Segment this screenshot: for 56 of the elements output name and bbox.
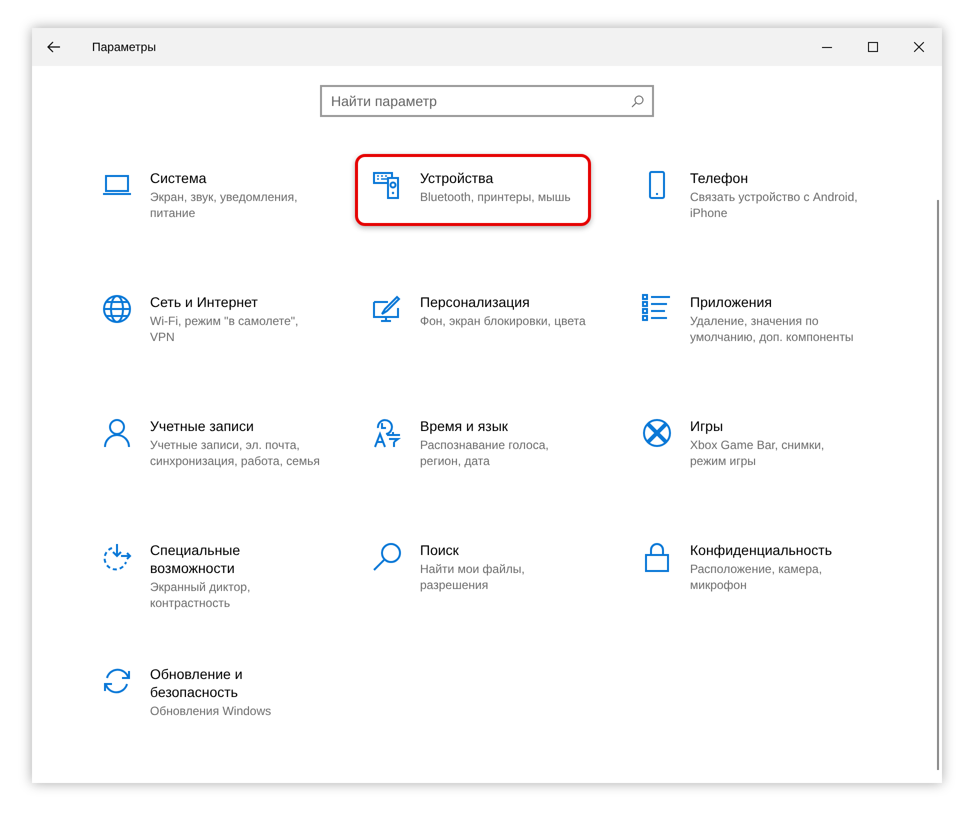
magnifier-icon: [372, 542, 402, 572]
window-title: Параметры: [92, 39, 156, 56]
category-title: Обновление и безопасность: [150, 665, 244, 701]
category-description: Найти мои файлы, разрешения: [420, 561, 525, 593]
close-icon: [914, 42, 924, 52]
search-field[interactable]: Найти параметр: [320, 85, 654, 117]
settings-category[interactable]: Система Экран, звук, уведомления, питание: [100, 169, 336, 221]
settings-category[interactable]: Игры Xbox Game Bar, снимки, режим игры: [640, 417, 876, 469]
category-title: Время и язык: [420, 417, 509, 435]
category-description: Xbox Game Bar, снимки, режим игры: [690, 437, 824, 469]
settings-category[interactable]: Обновление и безопасность Обновления Windows: [100, 665, 336, 719]
category-description: Wi-Fi, режим "в самолете", VPN: [150, 313, 298, 345]
keyboard-speaker-icon: [372, 170, 402, 200]
settings-category[interactable]: Персонализация Фон, экран блокировки, цвета: [370, 293, 606, 329]
accessibility-icon: [102, 542, 132, 572]
settings-category[interactable]: Приложения Удаление, значения по умолчанию, доп. компоненты: [640, 293, 876, 345]
category-title: Сеть и Интернет: [150, 293, 259, 311]
paintbrush-monitor-icon: [372, 294, 402, 324]
settings-category[interactable]: Телефон Связать устройство с Android, iPhone: [640, 169, 876, 221]
category-description: Экранный диктор, контрастность: [150, 579, 250, 611]
category-description: Обновления Windows: [150, 703, 272, 719]
person-icon: [102, 418, 132, 448]
category-title: Учетные записи: [150, 417, 255, 435]
category-description: Экран, звук, уведомления, питание: [150, 189, 298, 221]
settings-category[interactable]: Время и язык Распознавание голоса, регион, дата: [370, 417, 606, 469]
search-icon: [631, 95, 644, 108]
clock-language-icon: [372, 418, 402, 448]
settings-category[interactable]: Сеть и Интернет Wi-Fi, режим "в самолете", VPN: [100, 293, 336, 345]
category-description: Учетные записи, эл. почта, синхронизация, работа, семья: [150, 437, 320, 469]
category-title: Телефон: [690, 169, 750, 187]
settings-category[interactable]: Конфиденциальность Расположение, камера, микрофон: [640, 541, 876, 593]
padlock-icon: [642, 542, 672, 572]
back-arrow-icon: [47, 41, 61, 53]
sync-arrows-icon: [102, 666, 132, 696]
settings-category[interactable]: Учетные записи Учетные записи, эл. почта, синхронизация, работа, семья: [100, 417, 336, 469]
list-icon: [642, 294, 672, 324]
category-description: Bluetooth, принтеры, мышь: [420, 189, 571, 205]
category-title: Персонализация: [420, 293, 531, 311]
category-title: Игры: [690, 417, 724, 435]
globe-icon: [102, 294, 132, 324]
category-description: Фон, экран блокировки, цвета: [420, 313, 586, 329]
settings-category[interactable]: Поиск Найти мои файлы, разрешения: [370, 541, 606, 593]
settings-category[interactable]: Специальные возможности Экранный диктор, контрастность: [100, 541, 336, 611]
settings-category[interactable]: Устройства Bluetooth, принтеры, мышь: [355, 154, 591, 226]
maximize-icon: [868, 42, 878, 52]
category-title: Поиск: [420, 541, 460, 559]
category-description: Удаление, значения по умолчанию, доп. компоненты: [690, 313, 854, 345]
category-title: Специальные возможности: [150, 541, 242, 577]
category-description: Связать устройство с Android, iPhone: [690, 189, 858, 221]
category-title: Устройства: [420, 169, 494, 187]
category-title: Приложения: [690, 293, 773, 311]
category-description: Распознавание голоса, регион, дата: [420, 437, 549, 469]
xbox-icon: [642, 418, 672, 448]
category-description: Расположение, камера, микрофон: [690, 561, 824, 593]
category-title: Конфиденциальность: [690, 541, 832, 559]
category-title: Система: [150, 169, 208, 187]
